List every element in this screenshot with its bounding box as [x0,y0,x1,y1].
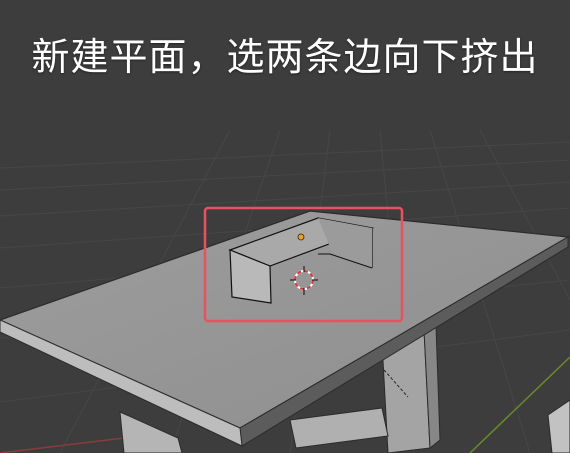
tutorial-caption: 新建平面，选两条边向下挤出 [31,35,539,79]
table-leg-front [119,411,183,453]
partial-object-right [547,399,570,453]
object-origin-icon [297,233,305,241]
table-stretcher [289,407,389,449]
3d-viewport[interactable]: 新建平面，选两条边向下挤出 [0,0,570,453]
x-axis-line [0,435,141,453]
